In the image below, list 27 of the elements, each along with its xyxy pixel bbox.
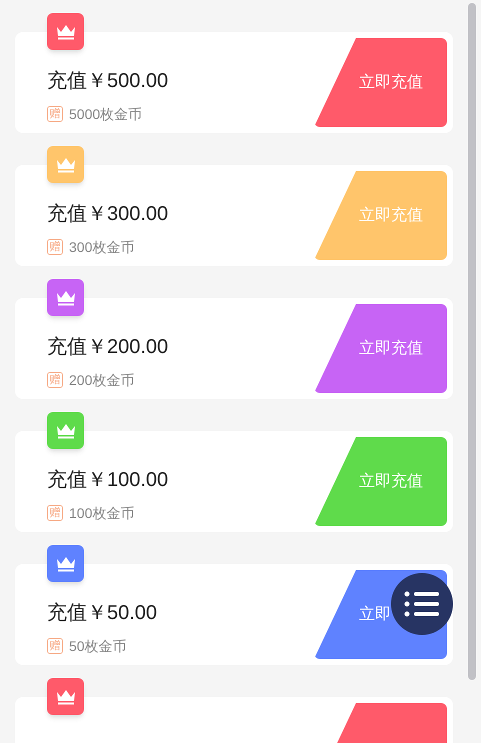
coin-bonus: 100枚金币 bbox=[69, 506, 134, 520]
coin-bonus: 5000枚金币 bbox=[69, 107, 142, 121]
recharge-button[interactable]: 立即充值 bbox=[314, 171, 447, 260]
crown-icon bbox=[54, 554, 76, 572]
recharge-button[interactable]: 立即充值 bbox=[314, 304, 447, 393]
coin-bonus: 300枚金币 bbox=[69, 240, 134, 254]
gift-tag: 赠 bbox=[47, 239, 63, 255]
gift-tag: 赠 bbox=[47, 372, 63, 388]
price-title: 充值￥50.00 bbox=[47, 603, 158, 623]
gift-tag: 赠 bbox=[47, 106, 63, 122]
crown-icon bbox=[54, 288, 76, 306]
gift-tag: 赠 bbox=[47, 505, 63, 521]
price-title: 充值￥300.00 bbox=[47, 204, 168, 224]
coin-bonus: 50枚金币 bbox=[69, 639, 127, 653]
recharge-button[interactable]: 立即充值 bbox=[314, 437, 447, 526]
price-title: 充值￥100.00 bbox=[47, 470, 168, 490]
crown-icon bbox=[54, 22, 76, 40]
recharge-button[interactable]: 立即充值 bbox=[314, 38, 447, 127]
list-icon bbox=[404, 591, 440, 617]
gift-tag: 赠 bbox=[47, 638, 63, 654]
crown-icon bbox=[54, 422, 76, 440]
price-title: 充值￥500.00 bbox=[47, 71, 168, 91]
crown-icon bbox=[54, 156, 76, 174]
price-title: 充值￥200.00 bbox=[47, 337, 168, 357]
scrollbar-thumb[interactable] bbox=[468, 3, 476, 680]
coin-bonus: 200枚金币 bbox=[69, 373, 134, 387]
crown-icon bbox=[54, 688, 76, 706]
